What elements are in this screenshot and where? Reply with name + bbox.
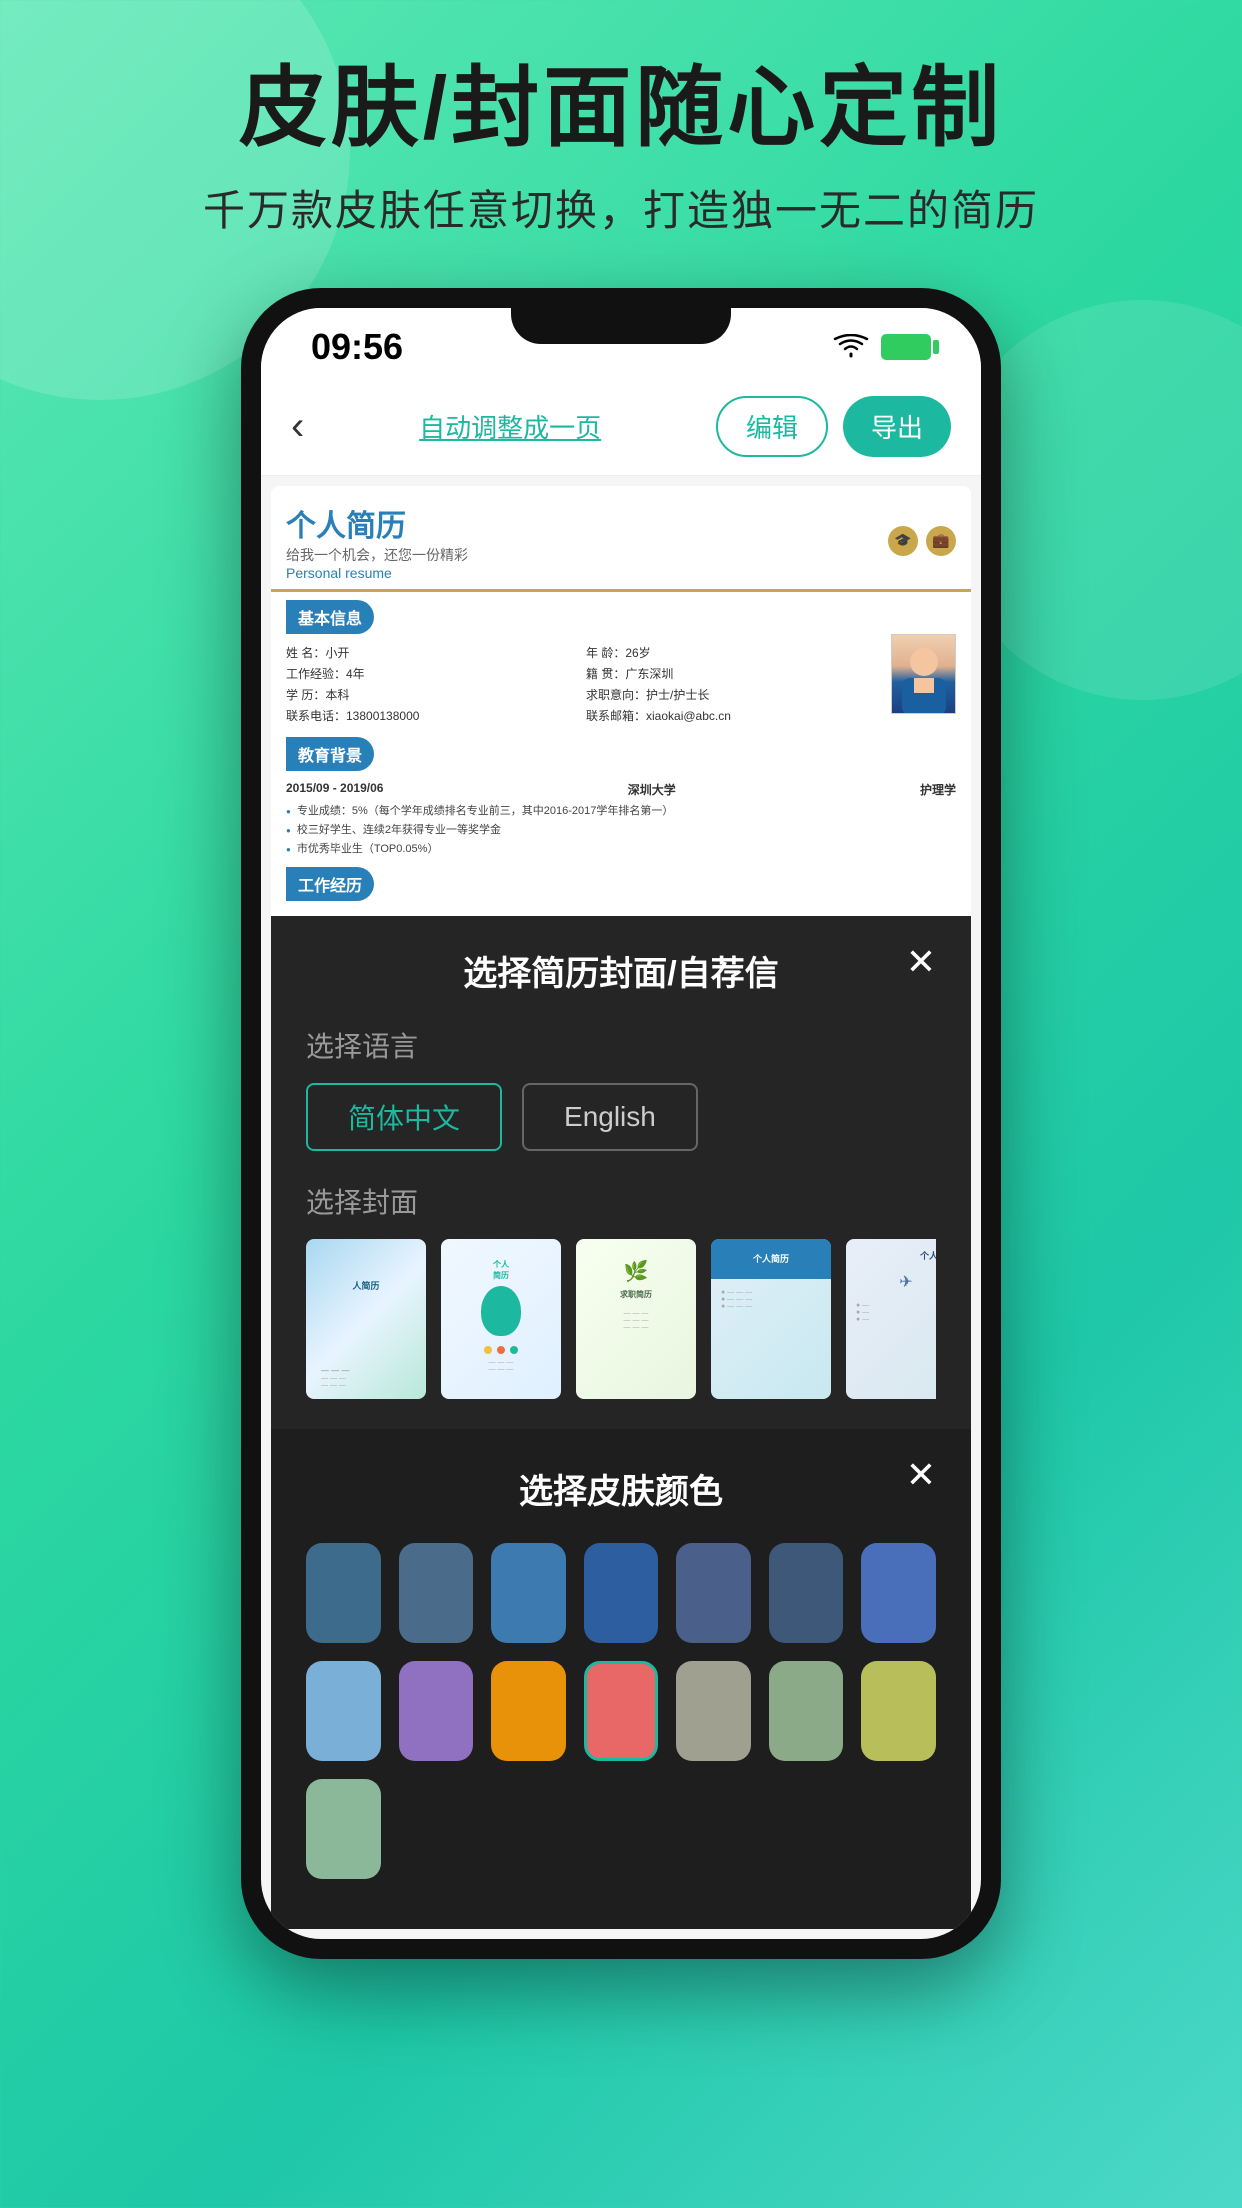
color-swatch-10[interactable] xyxy=(491,1661,566,1761)
nav-right-buttons: 编辑 导出 xyxy=(716,396,951,457)
basic-info-header: 基本信息 xyxy=(286,600,374,634)
cover-modal: 选择简历封面/自荐信 ✕ 选择语言 简体中文 English 选择封面 人简历 xyxy=(271,916,971,1429)
color-swatch-12[interactable] xyxy=(676,1661,751,1761)
nav-bar: ‹ 自动调整成一页 编辑 导出 xyxy=(261,378,981,476)
cover-grid: 人简历 — — — — — — — — — 个人 简历 xyxy=(306,1239,936,1399)
resume-title-en: Personal resume xyxy=(286,565,468,581)
edu-section: 2015/09 - 2019/06 深圳大学 护理学 专业成绩：5%（每个学年成… xyxy=(286,781,956,856)
cover-section-label: 选择封面 xyxy=(306,1181,936,1221)
cover-thumb-4[interactable]: 个人简历 ● — — — ● — — — ● — — — xyxy=(711,1239,831,1399)
color-swatch-11[interactable] xyxy=(584,1661,659,1761)
field-email: 联系邮箱：xiaokai@abc.cn xyxy=(586,707,876,724)
edu-major: 护理学 xyxy=(920,781,956,798)
resume-title-cn: 个人简历 xyxy=(286,501,453,545)
photo-placeholder xyxy=(891,634,956,714)
edu-header: 教育背景 xyxy=(286,737,374,771)
resume-header-icons: 🎓 💼 xyxy=(888,526,956,556)
color-swatch-15[interactable] xyxy=(306,1779,381,1879)
resume-title-block: 个人简历 给我一个机会，还您一份精彩 Personal resume xyxy=(286,501,468,581)
battery-icon xyxy=(881,334,931,360)
cover-modal-close[interactable]: ✕ xyxy=(906,941,936,983)
color-grid-row1 xyxy=(306,1543,936,1879)
cover-thumb-3[interactable]: 🌿 求职简历 — — — — — — — — — xyxy=(576,1239,696,1399)
export-button[interactable]: 导出 xyxy=(843,396,951,457)
sub-title: 千万款皮肤任意切换，打造独一无二的简历 xyxy=(0,177,1242,238)
color-swatch-13[interactable] xyxy=(769,1661,844,1761)
lang-english-button[interactable]: English xyxy=(522,1083,698,1151)
color-swatch-4[interactable] xyxy=(584,1543,659,1643)
cover-thumb-1[interactable]: 人简历 — — — — — — — — — xyxy=(306,1239,426,1399)
edu-bullet-1: 专业成绩：5%（每个学年成绩排名专业前三，其中2016-2017学年排名第一） xyxy=(286,802,956,818)
work-header: 工作经历 xyxy=(286,867,374,901)
skin-modal-close[interactable]: ✕ xyxy=(906,1454,936,1496)
resume-icon-hat: 🎓 xyxy=(888,526,918,556)
back-button[interactable]: ‹ xyxy=(291,404,304,449)
field-exp: 工作经验：4年 xyxy=(286,665,576,682)
resume-preview: 个人简历 给我一个机会，还您一份精彩 Personal resume 🎓 💼 基… xyxy=(271,486,971,1929)
lang-section-label: 选择语言 xyxy=(306,1025,936,1065)
color-swatch-14[interactable] xyxy=(861,1661,936,1761)
edu-period: 2015/09 - 2019/06 xyxy=(286,781,383,798)
header-section: 皮肤/封面随心定制 千万款皮肤任意切换，打造独一无二的简历 xyxy=(0,0,1242,258)
auto-adjust-link[interactable]: 自动调整成一页 xyxy=(419,413,601,443)
field-edu: 学 历：本科 xyxy=(286,686,576,703)
field-phone: 联系电话：13800138000 xyxy=(286,707,576,724)
edu-row: 2015/09 - 2019/06 深圳大学 护理学 xyxy=(286,781,956,798)
skin-modal: 选择皮肤颜色 ✕ xyxy=(271,1429,971,1929)
color-swatch-1[interactable] xyxy=(306,1543,381,1643)
main-title: 皮肤/封面随心定制 xyxy=(0,60,1242,157)
resume-header: 个人简历 给我一个机会，还您一份精彩 Personal resume 🎓 💼 xyxy=(271,486,971,592)
field-age: 年 龄：26岁 xyxy=(586,644,876,661)
phone-screen: 09:56 ‹ 自动调整成一页 编辑 xyxy=(261,308,981,1939)
color-swatch-8[interactable] xyxy=(306,1661,381,1761)
skin-modal-title: 选择皮肤颜色 xyxy=(306,1464,936,1513)
color-swatch-6[interactable] xyxy=(769,1543,844,1643)
skin-modal-inner: 选择皮肤颜色 ✕ xyxy=(271,1429,971,1929)
cover-thumb-2[interactable]: 个人 简历 — — — — — — xyxy=(441,1239,561,1399)
status-icons xyxy=(833,334,931,360)
edit-button[interactable]: 编辑 xyxy=(716,396,828,457)
info-grid: 姓 名：小开 年 龄：26岁 工作经验：4年 籍 贯：广东深圳 学 历：本科 求… xyxy=(286,644,956,724)
phone-container: 09:56 ‹ 自动调整成一页 编辑 xyxy=(0,288,1242,1959)
resume-title-sub: 给我一个机会，还您一份精彩 xyxy=(286,545,468,565)
edu-bullets: 专业成绩：5%（每个学年成绩排名专业前三，其中2016-2017学年排名第一） … xyxy=(286,802,956,856)
color-swatch-9[interactable] xyxy=(399,1661,474,1761)
field-position: 求职意向：护士/护士长 xyxy=(586,686,876,703)
field-native: 籍 贯：广东深圳 xyxy=(586,665,876,682)
status-time: 09:56 xyxy=(311,326,403,368)
nav-center: 自动调整成一页 xyxy=(324,408,696,445)
edu-school: 深圳大学 xyxy=(628,781,676,798)
phone-frame: 09:56 ‹ 自动调整成一页 编辑 xyxy=(241,288,1001,1959)
lang-chinese-button[interactable]: 简体中文 xyxy=(306,1083,502,1151)
color-swatch-5[interactable] xyxy=(676,1543,751,1643)
edu-bullet-2: 校三好学生、连续2年获得专业一等奖学金 xyxy=(286,821,956,837)
color-swatch-3[interactable] xyxy=(491,1543,566,1643)
color-swatch-2[interactable] xyxy=(399,1543,474,1643)
resume-icon-bag: 💼 xyxy=(926,526,956,556)
field-name: 姓 名：小开 xyxy=(286,644,576,661)
color-swatch-7[interactable] xyxy=(861,1543,936,1643)
photo-img xyxy=(892,635,955,713)
edu-bullet-3: 市优秀毕业生（TOP0.05%） xyxy=(286,840,956,856)
wifi-icon xyxy=(833,334,869,360)
cover-modal-title: 选择简历封面/自荐信 xyxy=(306,946,936,995)
phone-notch xyxy=(511,308,731,344)
resume-body: 基本信息 姓 名：小开 年 龄：26岁 工作经验：4年 籍 贯：广东深圳 学 历… xyxy=(271,592,971,916)
cover-thumb-5[interactable]: 个人简历 ✈ ● — ● — ● — xyxy=(846,1239,936,1399)
lang-buttons: 简体中文 English xyxy=(306,1083,936,1151)
